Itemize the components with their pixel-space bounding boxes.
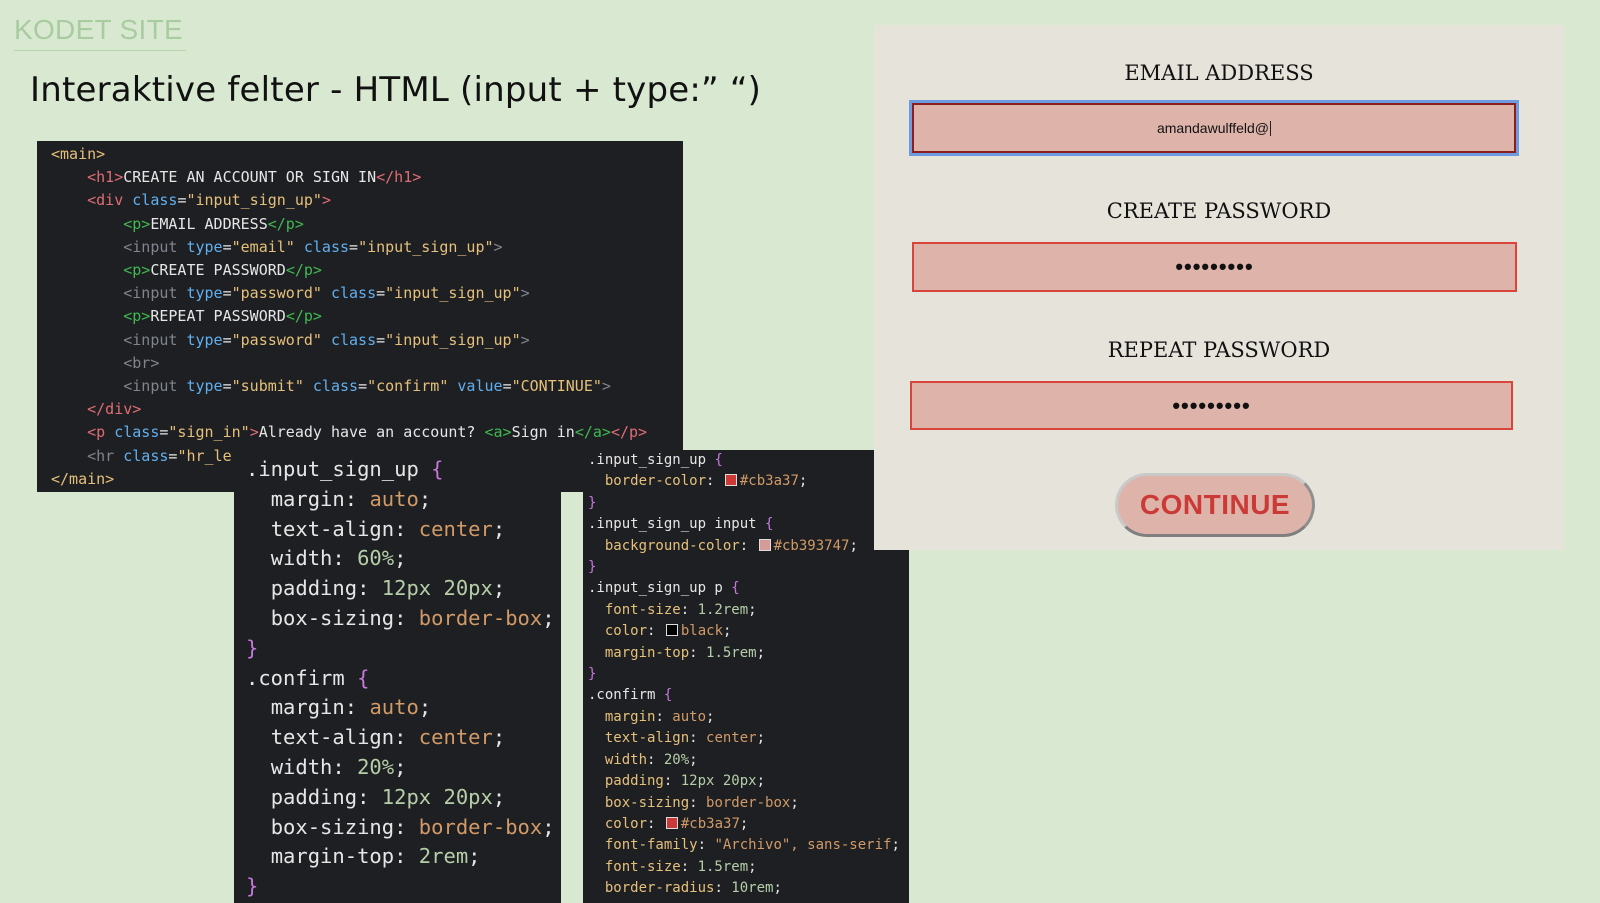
code-line: <input type="password" class="input_sign… xyxy=(123,284,530,303)
css-code-panel-small: .input_sign_up { border-color: #cb3a37; … xyxy=(583,450,909,903)
code-line: font-size: 1.2rem; xyxy=(604,601,757,618)
create-password-value: ••••••••• xyxy=(1175,254,1254,279)
code-line: <input type="submit" class="confirm" val… xyxy=(123,377,611,396)
code-line: <p>REPEAT PASSWORD</p> xyxy=(123,307,322,326)
code-line: } xyxy=(246,635,259,660)
repeat-password-field[interactable]: ••••••••• xyxy=(910,381,1513,430)
code-line: font-size: 1.5rem; xyxy=(604,858,757,875)
code-line: .input_sign_up p { xyxy=(588,580,740,597)
code-line: <p>EMAIL ADDRESS</p> xyxy=(123,214,304,233)
code-line: width: 20%; xyxy=(604,751,698,768)
code-line: width: 60%; xyxy=(270,546,407,571)
code-line: box-sizing: border-box; xyxy=(270,605,555,630)
code-line: box-sizing: border-box; xyxy=(270,814,555,839)
code-line: <input type="email" class="input_sign_up… xyxy=(123,237,503,256)
code-line: } xyxy=(588,666,597,683)
code-line: } xyxy=(588,494,597,511)
code-line: <p class="sign_in">Already have an accou… xyxy=(87,423,648,442)
code-line: } xyxy=(588,559,597,576)
code-line: </div> xyxy=(87,400,142,419)
code-line: <h1>CREATE AN ACCOUNT OR SIGN IN</h1> xyxy=(87,168,422,187)
color-swatch xyxy=(665,624,678,637)
repeat-password-value: ••••••••• xyxy=(1172,392,1251,418)
code-line: color: black; xyxy=(604,623,732,640)
create-password-label: CREATE PASSWORD xyxy=(1106,199,1332,223)
code-line: width: 20%; xyxy=(270,754,407,779)
repeat-password-label: REPEAT PASSWORD xyxy=(1107,338,1331,362)
code-line: box-sizing: border-box; xyxy=(604,794,799,811)
code-line: margin: auto; xyxy=(604,708,715,725)
code-line: .input_sign_up { xyxy=(588,452,723,468)
slide-title: Interaktive felter - HTML (input + type:… xyxy=(30,70,762,110)
code-line: .confirm { xyxy=(588,687,673,704)
code-line: text-align: center; xyxy=(604,730,766,747)
code-line: padding: 12px 20px; xyxy=(270,784,506,809)
continue-button[interactable]: CONTINUE xyxy=(1115,473,1315,537)
code-line: .input_sign_up input { xyxy=(588,516,774,533)
email-label: EMAIL ADDRESS xyxy=(1124,61,1314,85)
create-password-field[interactable]: ••••••••• xyxy=(912,242,1517,292)
code-line: margin: auto; xyxy=(270,486,432,511)
code-line: <main> xyxy=(51,145,106,163)
css-code-panel-large: .input_sign_up { margin: auto; text-alig… xyxy=(234,451,561,903)
site-brand: KODET SITE xyxy=(14,14,186,51)
code-line: .confirm { xyxy=(246,665,370,690)
code-line: <p>CREATE PASSWORD</p> xyxy=(123,261,322,280)
code-line: border-radius: 10rem; xyxy=(604,880,782,897)
text-caret xyxy=(1270,120,1272,136)
email-field[interactable]: amandawulffeld@ xyxy=(912,103,1516,153)
code-line: font-family: "Archivo", sans-serif; xyxy=(604,837,900,854)
form-preview: EMAIL ADDRESS amandawulffeld@ CREATE PAS… xyxy=(874,25,1564,550)
code-line: text-align: center; xyxy=(270,725,506,750)
code-line: color: #cb3a37; xyxy=(604,815,749,832)
code-line: padding: 12px 20px; xyxy=(604,773,766,790)
code-line: margin-top: 2rem; xyxy=(270,844,481,869)
code-line: <input type="password" class="input_sign… xyxy=(123,330,530,349)
color-swatch xyxy=(758,538,771,551)
code-line: } xyxy=(246,874,259,899)
code-line: border-color: #cb3a37; xyxy=(604,473,808,490)
html-code-panel: <main> <h1>CREATE AN ACCOUNT OR SIGN IN<… xyxy=(37,141,683,492)
code-line: margin: auto; xyxy=(270,695,432,720)
code-line: .input_sign_up { xyxy=(246,457,444,481)
email-value: amandawulffeld@ xyxy=(1156,120,1270,136)
code-line: <br> xyxy=(123,353,160,372)
code-line: <div class="input_sign_up"> xyxy=(87,191,331,210)
color-swatch xyxy=(724,474,737,487)
color-swatch xyxy=(665,816,678,829)
code-line: padding: 12px 20px; xyxy=(270,576,506,601)
code-line: margin-top: 1.5rem; xyxy=(604,644,766,661)
code-line: background-color: #cb393747; xyxy=(604,537,858,554)
code-line: text-align: center; xyxy=(270,516,506,541)
